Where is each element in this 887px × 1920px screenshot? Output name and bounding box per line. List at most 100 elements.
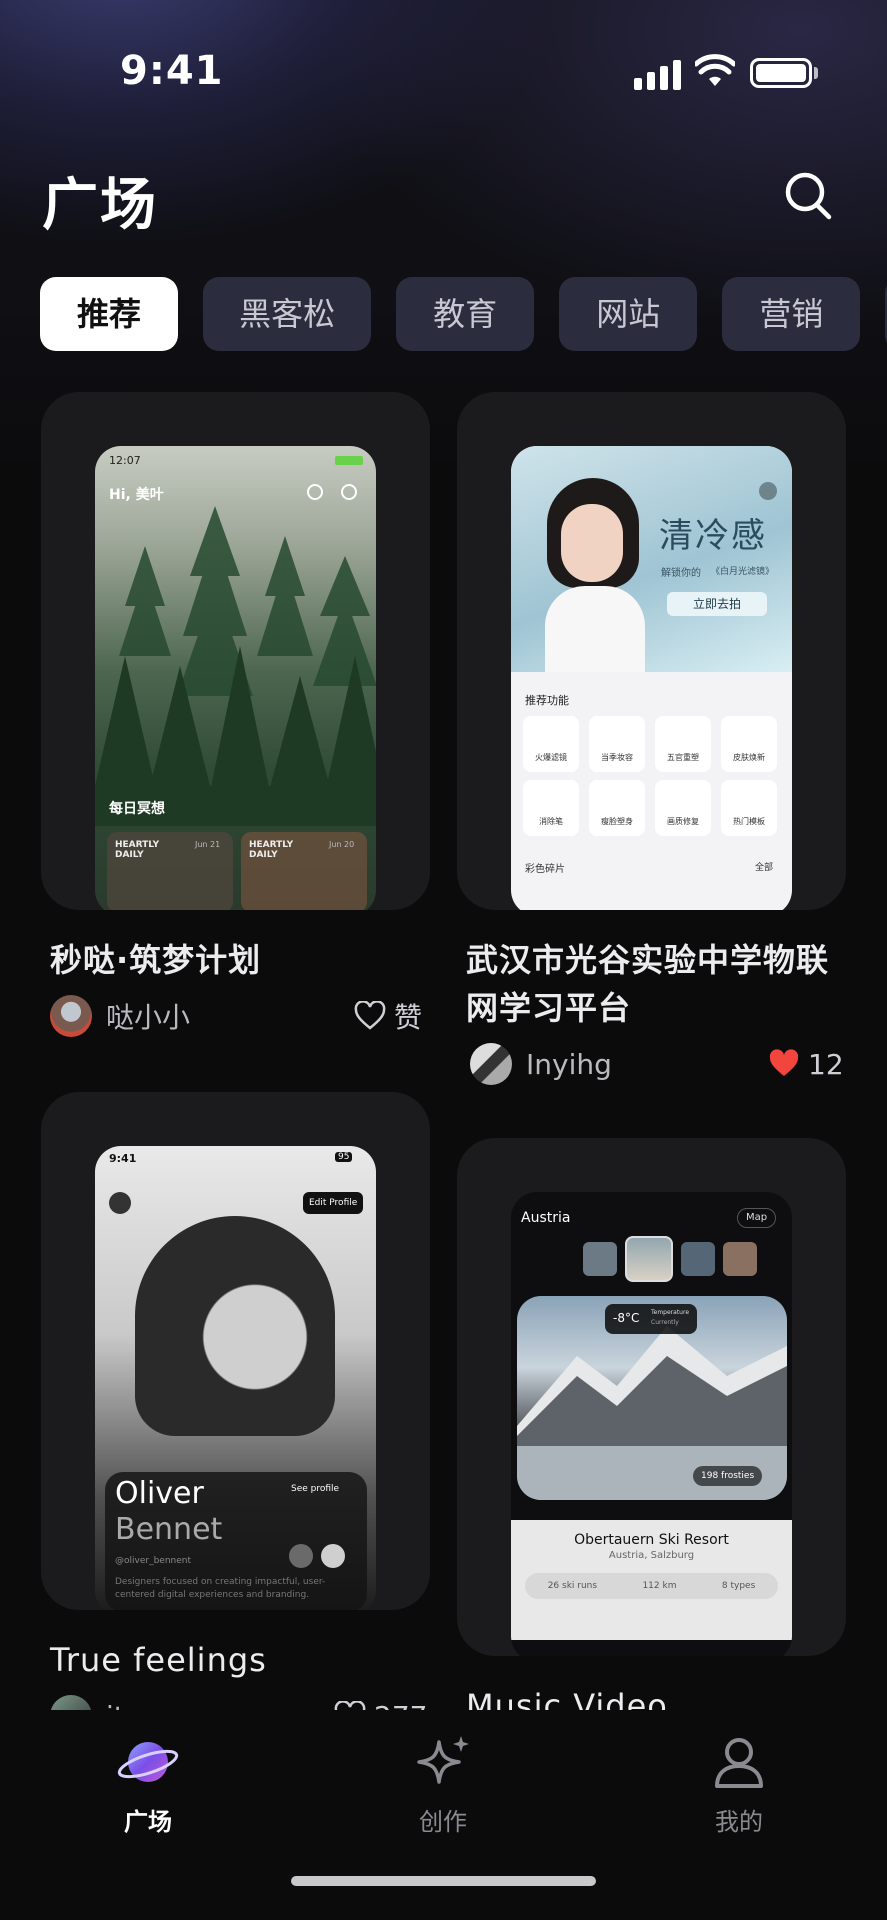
home-indicator <box>291 1876 596 1886</box>
status-time: 9:41 <box>120 48 224 94</box>
preview-stat: 112 km <box>642 1581 677 1591</box>
portrait-body <box>545 586 645 672</box>
category-tabs: 推荐 黑客松 教育 网站 营销 <box>40 277 887 351</box>
nav-item-create[interactable]: 创作 <box>368 1734 518 1837</box>
project-card-beauty[interactable]: 清冷感 解锁你的 《白月光滤镜》 立即去拍 推荐功能 火爆滤镜 当季妆容 五官重… <box>457 392 846 910</box>
feature-label: 皮肤焕新 <box>733 753 765 762</box>
preview-temp-label: Temperature <box>651 1309 690 1316</box>
preview-handle: @oliver_bennent <box>115 1556 191 1566</box>
tab-recommended[interactable]: 推荐 <box>40 277 178 351</box>
sparkle-icon <box>417 1736 469 1784</box>
bottom-nav: 广场 创作 我的 <box>0 1710 887 1920</box>
preview-section-title: 每日冥想 <box>109 801 165 817</box>
app-preview-profile: 9:41 95 Edit Profile Oliver Bennet See p… <box>95 1146 376 1610</box>
app-preview-ski: Austria Map -8°C Temperature Currently 1… <box>511 1192 792 1656</box>
preview-footer-right: 全部 <box>755 863 774 873</box>
app-preview-meditation: 12:07 Hi, 美叶 每日冥想 HEARTLY DAILY Jun 21 H… <box>95 446 376 910</box>
feature-label: 当季妆容 <box>601 753 633 762</box>
preview-thumb <box>723 1242 757 1276</box>
preview-back-icon <box>109 1192 131 1214</box>
preview-sub-right: 《白月光滤镜》 <box>711 567 775 577</box>
feature-label: 热门模板 <box>733 817 765 826</box>
preview-info: Obertauern Ski Resort Austria, Salzburg … <box>511 1520 792 1640</box>
preview-thumb-selected <box>625 1236 673 1282</box>
card-author[interactable]: Inyihg <box>470 1042 612 1086</box>
preview-last-name: Bennet <box>115 1512 223 1547</box>
preview-temp-value: -8°C <box>613 1311 640 1325</box>
like-button[interactable]: 12 <box>768 1042 844 1086</box>
preview-resort: Obertauern Ski Resort <box>574 1532 729 1548</box>
nav-label: 创作 <box>419 1808 467 1836</box>
like-count: 12 <box>808 1047 844 1081</box>
heart-outline-icon <box>354 1001 386 1030</box>
preview-stat: 8 types <box>721 1581 756 1591</box>
preview-sub-left: 解锁你的 <box>661 568 701 579</box>
preview-stat: 26 ski runs <box>547 1581 598 1591</box>
portrait <box>135 1216 335 1436</box>
tab-education[interactable]: 教育 <box>396 277 535 351</box>
page-title: 广场 <box>42 173 158 238</box>
app-preview-beauty: 清冷感 解锁你的 《白月光滤镜》 立即去拍 推荐功能 火爆滤镜 当季妆容 五官重… <box>511 446 792 910</box>
preview-location: Austria <box>521 1210 571 1226</box>
preview-frosties: 198 frosties <box>693 1466 763 1486</box>
preview-time: 9:41 <box>109 1152 137 1165</box>
wifi-icon <box>695 54 735 86</box>
preview-profile-panel: Oliver Bennet See profile @oliver_bennen… <box>105 1472 367 1610</box>
tab-marketing[interactable]: 营销 <box>722 277 861 351</box>
preview-first-name: Oliver <box>115 1476 204 1511</box>
card-title[interactable]: 武汉市光谷实验中学物联网学习平台 <box>466 936 846 1032</box>
card-author[interactable]: 哒小小 <box>50 994 190 1038</box>
nav-item-plaza[interactable]: 广场 <box>73 1734 223 1837</box>
preview-time: 12:07 <box>109 454 141 467</box>
preview-more-icon <box>759 482 777 500</box>
card-title[interactable]: True feelings <box>50 1636 430 1684</box>
user-icon <box>715 1738 763 1788</box>
feature-label: 画质修复 <box>667 817 699 826</box>
preview-region: Austria, Salzburg <box>608 1550 695 1561</box>
project-card-profile[interactable]: 9:41 95 Edit Profile Oliver Bennet See p… <box>41 1092 430 1610</box>
feature-label: 消除笔 <box>539 817 563 826</box>
planet-icon <box>117 1742 179 1782</box>
like-label: 赞 <box>394 1001 423 1034</box>
author-name: Inyihg <box>526 1047 612 1081</box>
preview-hero: -8°C Temperature Currently 198 frosties <box>517 1296 787 1500</box>
preview-section: 推荐功能 <box>525 694 569 707</box>
preview-thumb <box>583 1242 617 1276</box>
preview-mail-icon <box>321 1544 345 1568</box>
avatar <box>470 1043 512 1085</box>
preview-greeting: Hi, 美叶 <box>109 487 164 503</box>
preview-footer-left: 彩色碎片 <box>525 864 565 875</box>
preview-art-text: 清冷感 <box>659 516 767 556</box>
preview-chip-2: HEARTLY DAILY Jun 20 <box>241 832 367 910</box>
tab-hackathon[interactable]: 黑客松 <box>203 277 372 351</box>
preview-stats: 26 ski runs 112 km 8 types <box>525 1573 778 1599</box>
preview-battery: 95 <box>335 1152 353 1162</box>
preview-chip-1: HEARTLY DAILY Jun 21 <box>107 832 233 910</box>
preview-cta: 立即去拍 <box>667 592 767 616</box>
preview-see-profile: See profile <box>291 1484 340 1494</box>
preview-edit-profile: Edit Profile <box>303 1192 364 1214</box>
preview-temperature: -8°C Temperature Currently <box>605 1304 697 1334</box>
preview-hero: 清冷感 解锁你的 《白月光滤镜》 立即去拍 <box>511 446 792 672</box>
card-title[interactable]: 秒哒·筑梦计划 <box>50 936 430 984</box>
preview-search-icon <box>307 484 323 500</box>
preview-thumb <box>681 1242 715 1276</box>
project-card-ski[interactable]: Austria Map -8°C Temperature Currently 1… <box>457 1138 846 1656</box>
author-name: 哒小小 <box>106 1001 191 1034</box>
battery-icon <box>750 58 812 88</box>
nav-label: 广场 <box>124 1808 172 1836</box>
tab-website[interactable]: 网站 <box>559 277 698 351</box>
avatar <box>50 995 92 1037</box>
feature-label: 瘦脸塑身 <box>601 817 633 826</box>
like-button[interactable]: 赞 <box>354 994 422 1038</box>
preview-bio: Designers focused on creating impactful,… <box>115 1577 326 1600</box>
preview-temp-sub: Currently <box>651 1319 679 1326</box>
project-card-meditation[interactable]: 12:07 Hi, 美叶 每日冥想 HEARTLY DAILY Jun 21 H… <box>41 392 430 910</box>
preview-star-icon <box>289 1544 313 1568</box>
search-icon[interactable] <box>784 170 832 220</box>
forest-illustration <box>95 506 376 826</box>
preview-stats-icon <box>341 484 357 500</box>
portrait-face <box>561 504 623 582</box>
nav-item-me[interactable]: 我的 <box>664 1734 814 1837</box>
heart-filled-icon <box>769 1049 799 1076</box>
